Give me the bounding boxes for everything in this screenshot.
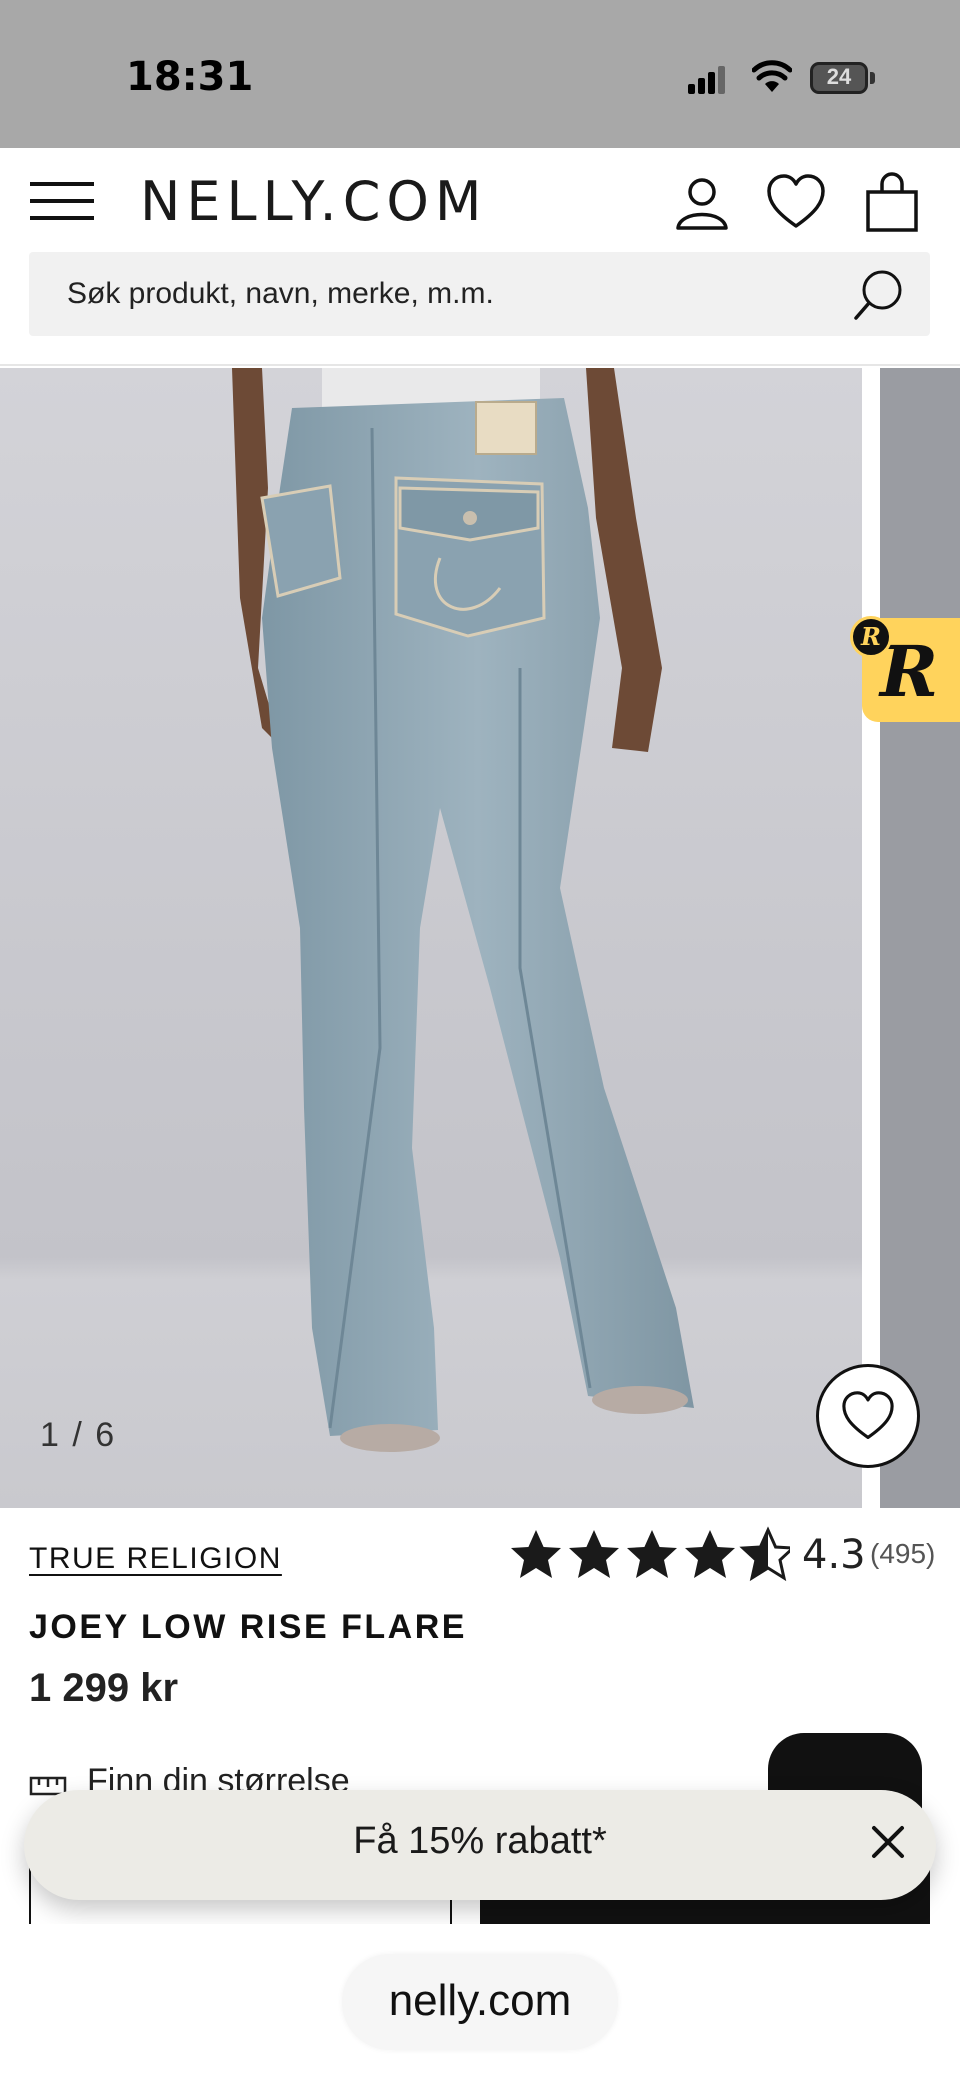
account-icon[interactable] [672,172,732,232]
rating-stars-icon [511,1528,790,1580]
image-counter: 1 / 6 [40,1416,117,1454]
browser-bottom-bar: nelly.com [0,1924,960,2087]
cart-icon[interactable] [862,172,922,232]
wishlist-icon[interactable] [766,172,826,232]
rewards-small-icon: R [850,616,892,658]
product-name: JOEY LOW RISE FLARE [29,1608,467,1646]
battery-icon: 24 [810,62,868,94]
next-product-image[interactable] [880,368,960,1508]
address-bar[interactable]: nelly.com [342,1954,618,2050]
search-icon[interactable] [850,266,908,324]
site-header: NELLY.COM [0,148,960,366]
status-bar: 18:31 24 [0,0,960,148]
discount-banner[interactable]: Få 15% rabatt* [24,1790,936,1900]
favorite-button[interactable] [816,1364,920,1468]
url-text: nelly.com [388,1976,572,2025]
brand-link[interactable]: TRUE RELIGION [29,1542,282,1576]
close-icon[interactable] [868,1822,908,1862]
status-time: 18:31 [126,54,254,100]
signal-icon [688,66,726,94]
battery-tip [870,72,875,84]
heart-icon [842,1391,894,1439]
product-price: 1 299 kr [29,1666,179,1710]
product-image[interactable] [0,368,862,1508]
rating-count: (495) [870,1538,936,1569]
discount-text: Få 15% rabatt* [353,1820,607,1862]
search-bar [29,252,930,336]
rating-value: 4.3 [802,1532,866,1578]
battery-level: 24 [826,64,852,89]
site-logo[interactable]: NELLY.COM [140,170,488,233]
menu-icon[interactable] [30,178,94,224]
product-gallery[interactable]: R R 1 / 6 [0,368,960,1508]
search-input[interactable] [67,252,847,336]
wifi-icon [752,60,792,92]
